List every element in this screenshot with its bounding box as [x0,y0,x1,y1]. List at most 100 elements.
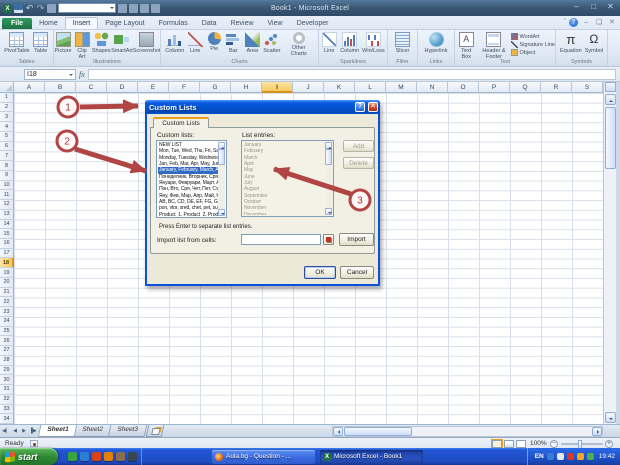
last-sheet-icon[interactable] [29,427,37,436]
row-header-26[interactable]: 26 [0,336,14,346]
dialog-tab-custom-lists[interactable]: Custom Lists [153,117,209,128]
quick-launch-5-icon[interactable] [116,452,125,461]
ribbon-item-smartart[interactable]: SmartArt [111,32,132,54]
workbook-minimize-icon[interactable] [581,19,591,27]
quick-launch-4-icon[interactable] [104,452,113,461]
scroll-down-icon[interactable] [605,412,616,423]
row-header-22[interactable]: 22 [0,297,14,307]
ribbon-item-equation[interactable]: Equation [559,32,583,54]
scroll-up-icon[interactable] [218,142,225,149]
scroll-thumb[interactable] [218,149,225,165]
ok-button[interactable]: OK [304,266,336,279]
zoom-in-icon[interactable] [605,440,613,448]
ribbon-item-pivottable[interactable]: PivotTable [3,32,30,54]
row-header-21[interactable]: 21 [0,288,14,298]
range-selector-icon[interactable] [323,234,334,245]
tab-data[interactable]: Data [195,18,224,29]
help-icon[interactable] [569,18,578,27]
insert-worksheet-icon[interactable] [145,425,164,437]
row-header-25[interactable]: 25 [0,327,14,337]
ribbon-item-line[interactable]: Line [320,32,338,54]
record-macro-icon[interactable] [30,440,38,447]
tab-formulas[interactable]: Formulas [152,18,195,29]
row-header-27[interactable]: 27 [0,346,14,356]
formula-input[interactable] [88,69,616,80]
quick-launch-3-icon[interactable] [92,452,101,461]
column-header-d[interactable]: D [107,82,138,93]
tray-icon-4[interactable] [577,453,584,460]
ribbon-item-screenshot[interactable]: Screenshot [134,32,160,54]
list-entries-scrollbar[interactable] [325,142,332,215]
tray-icon-3[interactable] [567,453,574,460]
zoom-out-icon[interactable] [550,440,558,448]
column-header-l[interactable]: L [355,82,386,93]
ribbon-item-other-charts[interactable]: Other Charts [283,32,315,57]
ribbon-item-line[interactable]: Line [186,32,204,54]
row-header-32[interactable]: 32 [0,395,14,405]
row-header-29[interactable]: 29 [0,366,14,376]
window-close-icon[interactable] [604,2,617,12]
start-button[interactable]: start [0,448,58,465]
column-header-m[interactable]: M [386,82,417,93]
ribbon-item-scatter[interactable]: Scatter [262,32,281,54]
column-header-a[interactable]: A [14,82,45,93]
row-header-17[interactable]: 17 [0,249,14,259]
workbook-restore-icon[interactable] [594,19,604,27]
quick-launch-2-icon[interactable] [80,452,89,461]
ribbon-item-wordart[interactable]: WordArt [511,33,555,40]
row-header-23[interactable]: 23 [0,307,14,317]
taskbar-task-aula-bg-question[interactable]: Aula.bg - Question - ... [212,450,315,464]
sheet-tab-sheet3[interactable]: Sheet3 [108,425,147,437]
row-header-11[interactable]: 11 [0,190,14,200]
custom-list-item[interactable]: January, February, March, Apri [158,167,218,173]
dialog-help-button[interactable] [355,102,365,112]
column-header-q[interactable]: Q [510,82,541,93]
row-header-28[interactable]: 28 [0,356,14,366]
tray-icon-5[interactable] [587,453,594,460]
row-header-1[interactable]: 1 [0,93,14,103]
zoom-level[interactable]: 100% [530,440,547,447]
window-minimize-icon[interactable] [570,2,583,12]
custom-lists-listbox[interactable]: NEW LISTMon, Tue, Wed, Thu, Fri, Sat, SM… [156,140,227,218]
language-indicator[interactable]: EN [535,453,544,460]
column-header-e[interactable]: E [138,82,169,93]
window-maximize-icon[interactable] [587,2,600,12]
ribbon-item-hyperlink[interactable]: Hyperlink [424,32,449,54]
column-header-g[interactable]: G [200,82,231,93]
workbook-close-icon[interactable] [607,19,617,27]
column-header-b[interactable]: B [45,82,76,93]
scroll-right-icon[interactable] [592,427,602,436]
ribbon-item-text-box[interactable]: Text Box [455,32,477,60]
minimize-ribbon-icon[interactable]: ˆ [564,19,566,26]
column-header-r[interactable]: R [541,82,572,93]
ribbon-item-slicer[interactable]: Slicer [394,32,412,54]
first-sheet-icon[interactable] [2,427,10,436]
normal-view-icon[interactable] [492,440,502,448]
ribbon-item-bar[interactable]: Bar [224,32,242,54]
page-break-view-icon[interactable] [516,440,526,448]
select-all-corner[interactable] [0,82,14,93]
row-header-34[interactable]: 34 [0,414,14,424]
scroll-thumb[interactable] [325,149,332,165]
row-header-8[interactable]: 8 [0,161,14,171]
row-header-2[interactable]: 2 [0,103,14,113]
delete-button[interactable]: Delete [343,157,374,169]
scroll-up-icon[interactable] [325,142,332,149]
row-header-9[interactable]: 9 [0,171,14,181]
tab-view[interactable]: View [261,18,290,29]
add-button[interactable]: Add [343,140,374,152]
ribbon-item-pie[interactable]: Pie [205,32,223,52]
split-box[interactable] [605,82,616,92]
ribbon-item-win-loss[interactable]: Win/Loss [361,32,386,54]
tab-review[interactable]: Review [224,18,261,29]
quick-launch-6-icon[interactable] [128,452,137,461]
row-header-6[interactable]: 6 [0,142,14,152]
taskbar-task-microsoft-excel-book1[interactable]: Microsoft Excel - Book1 [320,450,423,464]
import-range-input[interactable] [241,234,321,245]
row-header-31[interactable]: 31 [0,385,14,395]
horizontal-scrollbar[interactable] [332,426,603,437]
row-header-5[interactable]: 5 [0,132,14,142]
row-header-4[interactable]: 4 [0,122,14,132]
ribbon-item-shapes[interactable]: Shapes [92,32,110,54]
tab-insert[interactable]: Insert [65,17,99,29]
